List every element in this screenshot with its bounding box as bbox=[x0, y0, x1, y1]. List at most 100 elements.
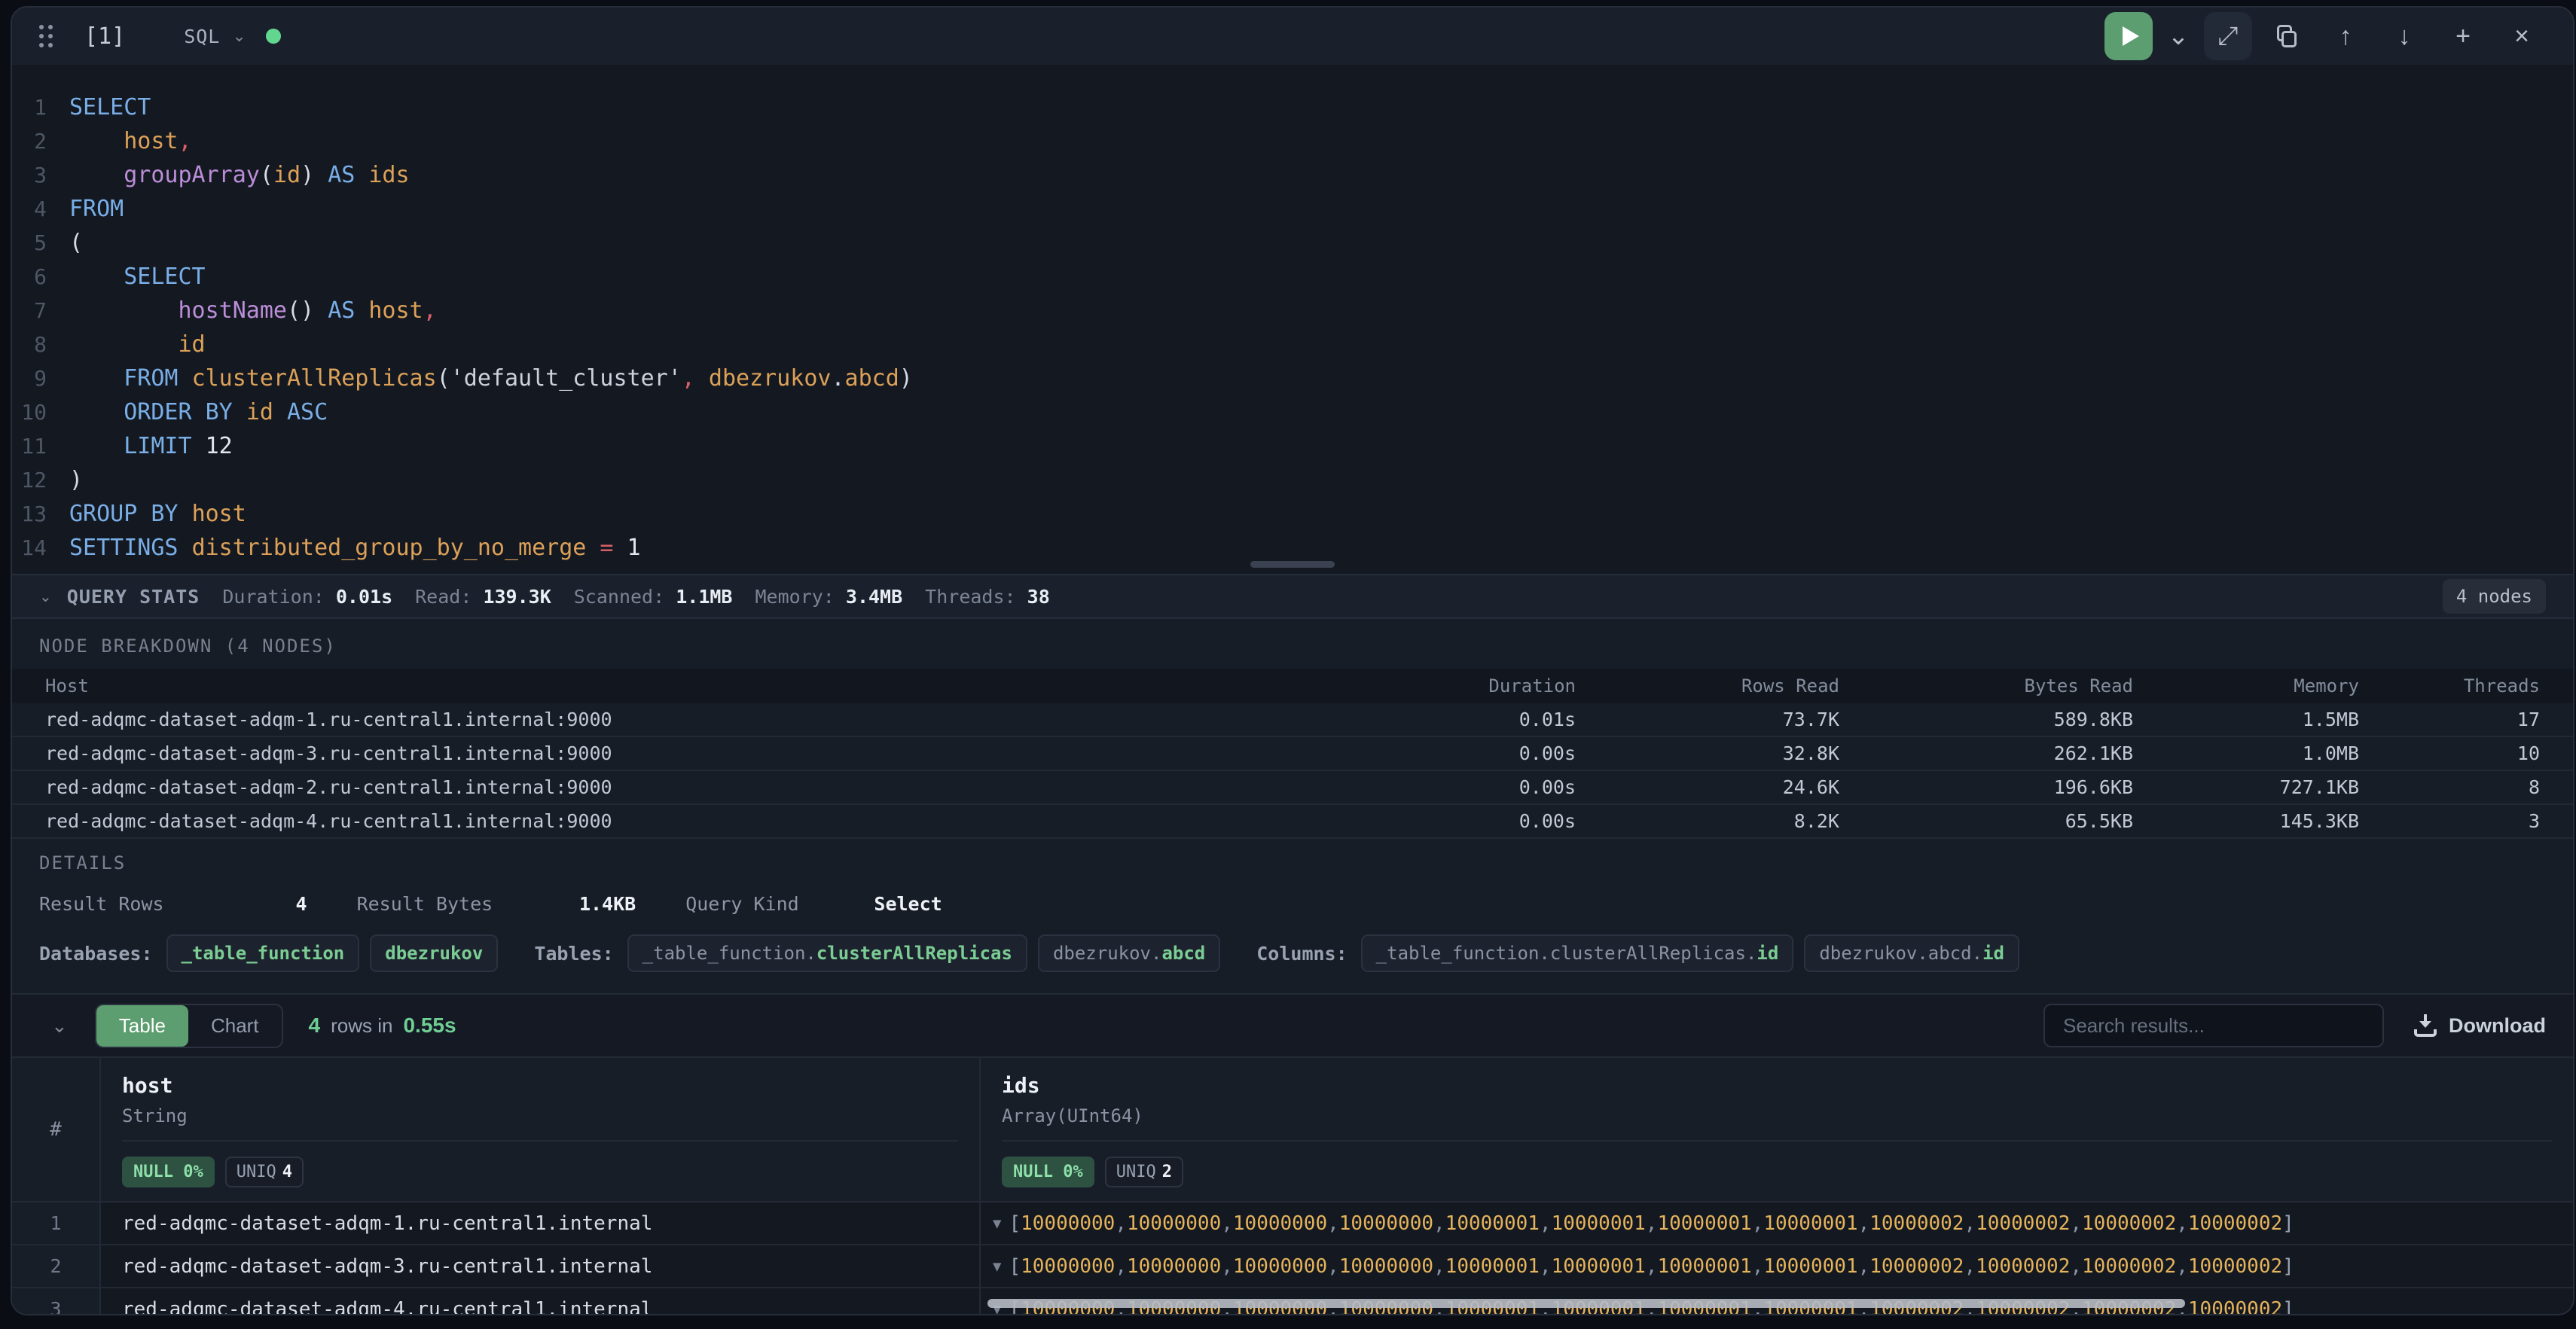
stat-label: Read: bbox=[415, 586, 483, 608]
duplicate-query-button[interactable] bbox=[2263, 12, 2311, 60]
close-query-button[interactable]: × bbox=[2498, 12, 2546, 60]
results-table-header: # host String NULL 0% UNIQ4 ids Array(UI… bbox=[12, 1056, 2573, 1203]
node-host: red-adqmc-dataset-adqm-1.ru-central1.int… bbox=[45, 709, 1380, 730]
code-line[interactable]: 9 FROM clusterAllReplicas('default_clust… bbox=[12, 361, 2573, 395]
code-line[interactable]: 12) bbox=[12, 463, 2573, 497]
expand-editor-button[interactable]: ⤢ bbox=[2204, 12, 2252, 60]
uniq-count-badge: UNIQ4 bbox=[225, 1157, 304, 1187]
code-lines: 1SELECT2 host,3 groupArray(id) AS ids4FR… bbox=[12, 90, 2573, 565]
ids-cell: ▼[10000000, 10000000, 10000000, 10000000… bbox=[981, 1203, 2573, 1244]
uniq-count-badge: UNIQ2 bbox=[1105, 1157, 1183, 1187]
node-metric: 10 bbox=[2359, 742, 2540, 764]
array-value: 10000001 bbox=[1445, 1255, 1540, 1278]
array-value: 10000001 bbox=[1445, 1212, 1540, 1235]
detail-label: Result Bytes bbox=[357, 893, 493, 915]
results-table: # host String NULL 0% UNIQ4 ids Array(UI… bbox=[12, 1056, 2573, 1314]
expand-array-icon[interactable]: ▼ bbox=[993, 1258, 1001, 1275]
stat-label: Memory: bbox=[755, 586, 845, 608]
language-chevron-down-icon[interactable]: ⌄ bbox=[232, 26, 246, 46]
query-stats-bar: ⌄ QUERY STATS Duration: 0.01s Read: 139.3… bbox=[12, 574, 2573, 619]
line-number: 13 bbox=[12, 497, 69, 531]
array-value: 10000000 bbox=[1233, 1255, 1327, 1278]
tab-table[interactable]: Table bbox=[96, 1005, 188, 1047]
array-value: 10000002 bbox=[2082, 1212, 2176, 1235]
array-value: 10000002 bbox=[2188, 1255, 2282, 1278]
move-up-button[interactable]: ↑ bbox=[2321, 12, 2370, 60]
stats-collapse-chevron-icon[interactable]: ⌄ bbox=[39, 587, 52, 606]
column-type: Array(UInt64) bbox=[1002, 1105, 2552, 1142]
stat-value: 139.3K bbox=[483, 586, 551, 608]
code-line[interactable]: 7 hostName() AS host, bbox=[12, 294, 2573, 328]
download-button[interactable]: Download bbox=[2414, 1014, 2546, 1038]
line-number: 2 bbox=[12, 124, 69, 158]
array-value: 10000001 bbox=[1657, 1255, 1751, 1278]
code-line[interactable]: 11 LIMIT 12 bbox=[12, 429, 2573, 463]
array-value: 10000002 bbox=[2082, 1255, 2176, 1278]
code-line[interactable]: 2 host, bbox=[12, 124, 2573, 158]
code-line[interactable]: 3 groupArray(id) AS ids bbox=[12, 158, 2573, 192]
node-column-header: Bytes Read bbox=[1839, 675, 2133, 697]
tables-label: Tables: bbox=[534, 943, 613, 965]
add-query-button[interactable]: + bbox=[2439, 12, 2487, 60]
line-number: 10 bbox=[12, 395, 69, 429]
detail-label: Result Rows bbox=[39, 893, 164, 915]
column-type: String bbox=[122, 1105, 958, 1142]
host-cell: red-adqmc-dataset-adqm-4.ru-central1.int… bbox=[101, 1288, 981, 1314]
run-query-button[interactable] bbox=[2104, 12, 2153, 60]
drag-handle-icon[interactable] bbox=[39, 25, 53, 47]
sql-editor[interactable]: 1SELECT2 host,3 groupArray(id) AS ids4FR… bbox=[12, 65, 2573, 574]
move-down-button[interactable]: ↓ bbox=[2380, 12, 2428, 60]
query-entities-row: Databases:_table_functiondbezrukovTables… bbox=[12, 915, 2573, 993]
tab-chart[interactable]: Chart bbox=[188, 1005, 282, 1047]
table-row: 2red-adqmc-dataset-adqm-3.ru-central1.in… bbox=[12, 1245, 2573, 1288]
array-value: 10000002 bbox=[1976, 1255, 2070, 1278]
column-name: ids bbox=[1002, 1073, 2552, 1098]
results-rows: 1red-adqmc-dataset-adqm-1.ru-central1.in… bbox=[12, 1203, 2573, 1314]
run-options-chevron-icon[interactable]: ⌄ bbox=[2163, 12, 2193, 60]
stat-value: 0.01s bbox=[336, 586, 392, 608]
editor-resize-handle[interactable] bbox=[1250, 561, 1335, 568]
code-line[interactable]: 14SETTINGS distributed_group_by_no_merge… bbox=[12, 531, 2573, 565]
details-section: DETAILS Result Rows4Result Bytes1.4KBQue… bbox=[12, 839, 2573, 915]
expand-array-icon[interactable]: ▼ bbox=[993, 1215, 1001, 1232]
code-line[interactable]: 6 SELECT bbox=[12, 260, 2573, 294]
language-selector[interactable]: SQL bbox=[184, 26, 220, 47]
code-line[interactable]: 13GROUP BY host bbox=[12, 497, 2573, 531]
array-value: 10000000 bbox=[1127, 1212, 1221, 1235]
result-row-count: 4 bbox=[309, 1014, 321, 1038]
node-metric: 0.01s bbox=[1380, 709, 1576, 730]
code-line[interactable]: 5( bbox=[12, 226, 2573, 260]
ids-cell: ▼[10000000, 10000000, 10000000, 10000000… bbox=[981, 1245, 2573, 1287]
code-line[interactable]: 10 ORDER BY id ASC bbox=[12, 395, 2573, 429]
databases-label: Databases: bbox=[39, 943, 153, 965]
line-number: 8 bbox=[12, 328, 69, 361]
code-text: host, bbox=[69, 124, 192, 158]
node-metric: 0.00s bbox=[1380, 742, 1576, 764]
code-line[interactable]: 4FROM bbox=[12, 192, 2573, 226]
line-number: 12 bbox=[12, 463, 69, 497]
code-line[interactable]: 8 id bbox=[12, 328, 2573, 361]
query-stats-list: Duration: 0.01sRead: 139.3KScanned: 1.1M… bbox=[222, 586, 1072, 608]
elapsed-time: 0.55s bbox=[403, 1014, 456, 1038]
query-stats-title: QUERY STATS bbox=[67, 586, 200, 608]
line-number: 5 bbox=[12, 226, 69, 260]
node-row: red-adqmc-dataset-adqm-1.ru-central1.int… bbox=[12, 703, 2573, 737]
node-metric: 1.5MB bbox=[2133, 709, 2359, 730]
array-value: 10000002 bbox=[1869, 1212, 1964, 1235]
detail-value: Select bbox=[829, 893, 942, 915]
node-metric: 8 bbox=[2359, 776, 2540, 798]
detail-value: 1.4KB bbox=[523, 893, 636, 915]
query-tab-index: [1] bbox=[84, 23, 125, 50]
horizontal-scrollbar-thumb[interactable] bbox=[987, 1299, 2185, 1308]
code-text: FROM clusterAllReplicas('default_cluster… bbox=[69, 361, 913, 395]
tables-group: Tables:_table_function.clusterAllReplica… bbox=[534, 934, 1231, 972]
code-line[interactable]: 1SELECT bbox=[12, 90, 2573, 124]
results-collapse-chevron-icon[interactable]: ⌄ bbox=[51, 1014, 68, 1038]
stat-label: Duration: bbox=[222, 586, 336, 608]
search-results-input[interactable] bbox=[2043, 1004, 2384, 1047]
expand-icon: ⤢ bbox=[2217, 22, 2238, 51]
code-text: id bbox=[69, 328, 206, 361]
array-value: 10000001 bbox=[1552, 1212, 1646, 1235]
download-icon bbox=[2414, 1014, 2437, 1037]
host-cell: red-adqmc-dataset-adqm-3.ru-central1.int… bbox=[101, 1245, 981, 1287]
